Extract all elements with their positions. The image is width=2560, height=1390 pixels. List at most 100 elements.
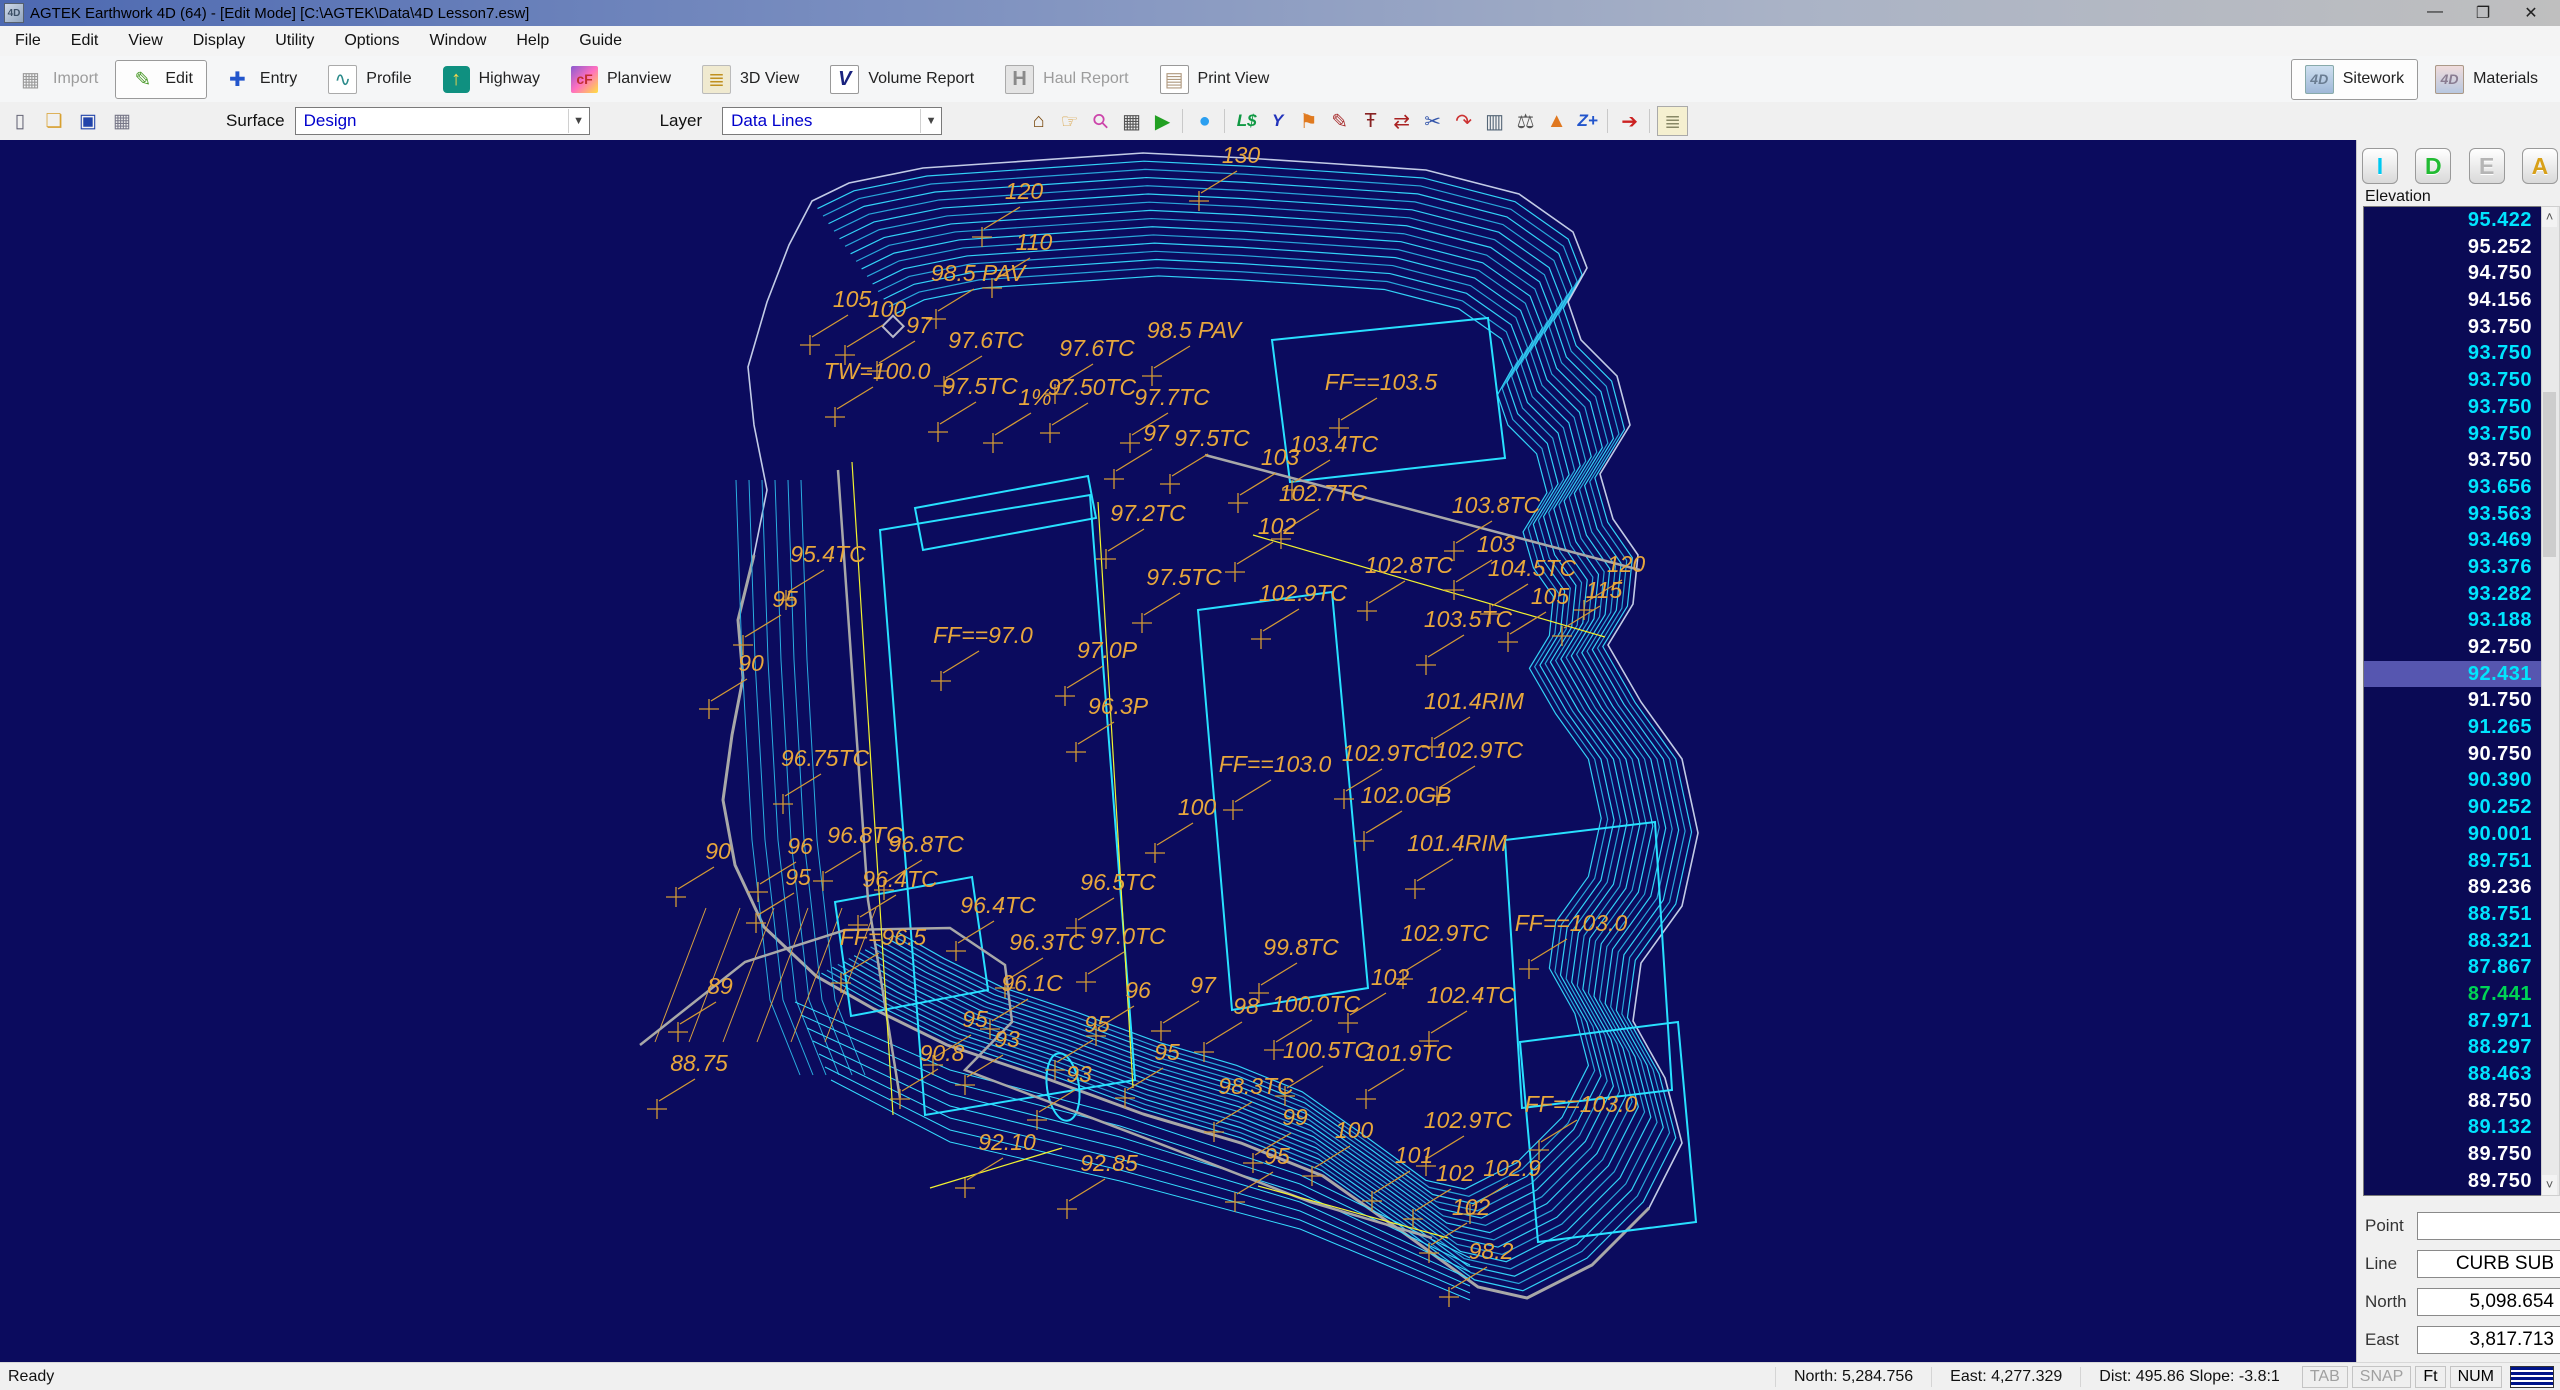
elevation-row[interactable]: 93.750 — [2364, 447, 2542, 474]
elevation-row[interactable]: 93.750 — [2364, 421, 2542, 448]
home-icon[interactable]: ⌂ — [1024, 107, 1053, 135]
elevation-row[interactable]: 89.132 — [2364, 1114, 2542, 1141]
elevation-row[interactable]: 93.750 — [2364, 367, 2542, 394]
balance-icon[interactable]: ⚖ — [1511, 107, 1540, 135]
line-field[interactable]: CURB SUB — [2417, 1250, 2560, 1278]
curve-icon[interactable]: ↷ — [1449, 107, 1478, 135]
scrollbar-thumb[interactable] — [2543, 392, 2556, 557]
status-toggle-num[interactable]: NUM — [2450, 1366, 2502, 1388]
elevation-row[interactable]: 89.750 — [2364, 1141, 2542, 1168]
elevation-row[interactable]: 90.390 — [2364, 767, 2542, 794]
elevation-row[interactable]: 89.750 — [2364, 1168, 2542, 1195]
elevation-row[interactable]: 90.252 — [2364, 794, 2542, 821]
toolbar-button-import[interactable]: ▦Import — [3, 60, 112, 99]
menu-item-help[interactable]: Help — [501, 28, 564, 54]
elevation-row[interactable]: 91.750 — [2364, 687, 2542, 714]
scroll-down-icon[interactable]: ˅ — [2542, 1175, 2557, 1195]
toolbar-button-entry[interactable]: ✚Entry — [210, 60, 311, 99]
elevation-row[interactable]: 93.282 — [2364, 581, 2542, 608]
elevation-row[interactable]: 93.656 — [2364, 474, 2542, 501]
toolbar-button-haul-report[interactable]: HHaul Report — [991, 59, 1142, 100]
mode-button-i[interactable]: I — [2362, 148, 2398, 184]
mode-button-e[interactable]: E — [2469, 148, 2505, 184]
elevation-row[interactable]: 87.441 — [2364, 981, 2542, 1008]
toolbar-button-planview[interactable]: cFPlanview — [557, 60, 685, 99]
report-doc-icon[interactable]: ≣ — [1657, 106, 1688, 136]
zoom-region-icon[interactable]: ⚲ — [1080, 101, 1120, 141]
menu-item-display[interactable]: Display — [178, 28, 260, 54]
print-icon[interactable]: ▦ — [108, 108, 136, 134]
elevation-row[interactable]: 93.750 — [2364, 394, 2542, 421]
status-toggle-snap[interactable]: SNAP — [2352, 1366, 2412, 1388]
elevation-row[interactable]: 88.463 — [2364, 1061, 2542, 1088]
exc-dec-icon[interactable]: ▦ — [1117, 107, 1146, 135]
grade-flag-icon[interactable]: ⚑ — [1294, 107, 1323, 135]
wye-icon[interactable]: Y — [1263, 107, 1292, 135]
run-icon[interactable]: ▶ — [1148, 107, 1177, 135]
elevation-row[interactable]: 90.001 — [2364, 821, 2542, 848]
reverse-arrows-icon[interactable]: ⇄ — [1387, 107, 1416, 135]
elevation-row[interactable]: 87.971 — [2364, 1008, 2542, 1035]
mode-button-d[interactable]: D — [2415, 148, 2451, 184]
toolbar-button-volume-report[interactable]: VVolume Report — [816, 59, 988, 100]
toolbar-button-edit[interactable]: ✎Edit — [115, 60, 207, 99]
elevation-row[interactable]: 95.252 — [2364, 234, 2542, 261]
elevation-row[interactable]: 93.188 — [2364, 607, 2542, 634]
elevation-row[interactable]: 89.236 — [2364, 874, 2542, 901]
toolbar-button-print-view[interactable]: ▤Print View — [1146, 59, 1284, 100]
elevation-row[interactable]: 93.376 — [2364, 554, 2542, 581]
menu-item-options[interactable]: Options — [329, 28, 414, 54]
menu-item-view[interactable]: View — [113, 28, 177, 54]
elevation-row[interactable]: 93.563 — [2364, 501, 2542, 528]
cone-icon[interactable]: ▲ — [1542, 107, 1571, 135]
open-file-icon[interactable]: ❏ — [40, 108, 68, 134]
toolbar-button-sitework[interactable]: 4DSitework — [2291, 59, 2418, 100]
scroll-up-icon[interactable]: ˄ — [2542, 207, 2557, 227]
elevation-row[interactable]: 88.751 — [2364, 901, 2542, 928]
elevation-scrollbar[interactable]: ˄ ˅ — [2541, 206, 2560, 1196]
elevation-row[interactable]: 89.751 — [2364, 848, 2542, 875]
elevation-row[interactable]: 92.750 — [2364, 634, 2542, 661]
elevation-row[interactable]: 92.431 — [2364, 661, 2542, 688]
status-toggle-tab[interactable]: TAB — [2302, 1366, 2348, 1388]
trench-icon[interactable]: Ŧ — [1356, 107, 1385, 135]
toolbar-button-profile[interactable]: ∿Profile — [314, 59, 425, 100]
toolbar-button-3d-view[interactable]: ≣3D View — [688, 59, 813, 100]
menu-item-window[interactable]: Window — [414, 28, 501, 54]
menu-item-utility[interactable]: Utility — [260, 28, 329, 54]
sketch-pencil-icon[interactable]: ✎ — [1325, 107, 1354, 135]
point-field[interactable] — [2417, 1212, 2560, 1240]
elevation-row[interactable]: 93.750 — [2364, 314, 2542, 341]
plan-view-canvas[interactable]: 13012011098.5 PAV1051009797.6TC97.6TC98.… — [0, 140, 2356, 1362]
layer-dropdown[interactable]: Data Lines ▼ — [722, 107, 942, 135]
water-drop-icon[interactable]: ● — [1190, 107, 1219, 135]
z-plus-icon[interactable]: Z+ — [1573, 107, 1602, 135]
trim-scissors-icon[interactable]: ✂ — [1418, 107, 1447, 135]
menu-item-file[interactable]: File — [0, 28, 56, 54]
chevron-down-icon[interactable]: ▼ — [568, 109, 589, 133]
elevation-row[interactable]: 88.297 — [2364, 1034, 2542, 1061]
restore-button[interactable]: ❐ — [2472, 3, 2494, 23]
menu-item-edit[interactable]: Edit — [56, 28, 114, 54]
cost-lines-icon[interactable]: L$ — [1232, 107, 1261, 135]
surface-dropdown[interactable]: Design ▼ — [295, 107, 590, 135]
export-page-icon[interactable]: ➔ — [1615, 107, 1644, 135]
save-file-icon[interactable]: ▣ — [74, 108, 102, 134]
elevation-row[interactable]: 93.469 — [2364, 527, 2542, 554]
elevation-row[interactable]: 95.422 — [2364, 207, 2542, 234]
elevation-row[interactable]: 91.265 — [2364, 714, 2542, 741]
north-field[interactable]: 5,098.654 — [2417, 1288, 2560, 1316]
elevation-row[interactable]: 88.321 — [2364, 928, 2542, 955]
close-button[interactable]: ✕ — [2520, 3, 2542, 23]
elevation-list[interactable]: 95.42295.25294.75094.15693.75093.75093.7… — [2363, 206, 2543, 1196]
elevation-row[interactable]: 88.750 — [2364, 1088, 2542, 1115]
elevation-row[interactable]: 94.750 — [2364, 260, 2542, 287]
chevron-down-icon[interactable]: ▼ — [920, 109, 941, 133]
toolbar-button-highway[interactable]: ↑Highway — [429, 60, 554, 99]
menu-item-guide[interactable]: Guide — [564, 28, 637, 54]
elevation-row[interactable]: 93.750 — [2364, 340, 2542, 367]
status-toggle-ft[interactable]: Ft — [2415, 1366, 2445, 1388]
elevation-row[interactable]: 94.156 — [2364, 287, 2542, 314]
layers-icon[interactable]: ▥ — [1480, 107, 1509, 135]
toolbar-button-materials[interactable]: 4DMaterials — [2421, 59, 2552, 100]
